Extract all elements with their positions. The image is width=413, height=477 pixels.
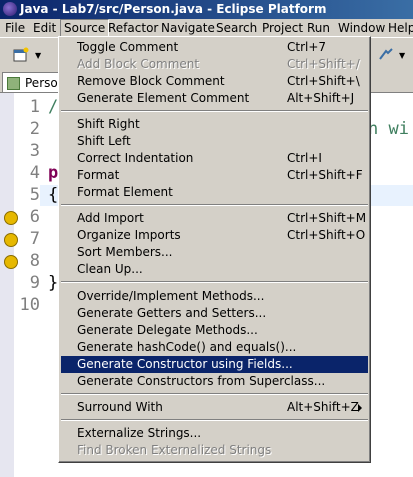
menu-separator bbox=[61, 204, 368, 206]
menu-separator bbox=[61, 281, 368, 283]
warning-marker-icon[interactable] bbox=[4, 211, 18, 225]
line-number: 4 bbox=[29, 163, 40, 183]
line-number: 3 bbox=[29, 141, 40, 161]
menu-item-correct-indentation[interactable]: Correct Indentation Ctrl+I bbox=[61, 150, 368, 167]
warning-marker-icon[interactable] bbox=[4, 233, 18, 247]
menu-file[interactable]: File bbox=[2, 20, 28, 36]
new-wizard-icon[interactable] bbox=[13, 47, 29, 63]
line-number: 9 bbox=[29, 273, 40, 293]
line-number: 7 bbox=[29, 229, 40, 249]
menu-item-generate-element-comment[interactable]: Generate Element Comment Alt+Shift+J bbox=[61, 90, 368, 107]
menu-item-generate-constructors-superclass[interactable]: Generate Constructors from Superclass... bbox=[61, 373, 368, 390]
menu-item-surround-with[interactable]: Surround With Alt+Shift+Z bbox=[61, 399, 368, 416]
code-line-4: p bbox=[48, 163, 59, 183]
menu-item-generate-constructor-fields[interactable]: Generate Constructor using Fields... bbox=[61, 356, 368, 373]
menu-source[interactable]: Source bbox=[60, 19, 110, 37]
menu-item-shift-left[interactable]: Shift Left bbox=[61, 133, 368, 150]
menu-item-remove-block-comment[interactable]: Remove Block Comment Ctrl+Shift+\ bbox=[61, 73, 368, 90]
menu-separator bbox=[61, 393, 368, 395]
source-menu: Toggle Comment Ctrl+7 Add Block Comment … bbox=[58, 36, 371, 463]
menu-item-format-element[interactable]: Format Element bbox=[61, 184, 368, 201]
line-number: 8 bbox=[29, 251, 40, 271]
menu-item-override-implement-methods[interactable]: Override/Implement Methods... bbox=[61, 288, 368, 305]
menu-refactor[interactable]: Refactor bbox=[105, 20, 161, 36]
menu-item-add-import[interactable]: Add Import Ctrl+Shift+M bbox=[61, 210, 368, 227]
menu-item-generate-getters-setters[interactable]: Generate Getters and Setters... bbox=[61, 305, 368, 322]
menu-item-toggle-comment[interactable]: Toggle Comment Ctrl+7 bbox=[61, 39, 368, 56]
line-number: 1 bbox=[29, 97, 40, 117]
menu-navigate[interactable]: Navigate bbox=[158, 20, 218, 36]
menu-item-generate-delegate-methods[interactable]: Generate Delegate Methods... bbox=[61, 322, 368, 339]
menu-help[interactable]: Help bbox=[385, 20, 413, 36]
line-number: 2 bbox=[29, 119, 40, 139]
menu-edit[interactable]: Edit bbox=[30, 20, 59, 36]
menu-window[interactable]: Window bbox=[335, 20, 388, 36]
menu-item-sort-members[interactable]: Sort Members... bbox=[61, 244, 368, 261]
window-title: Java - Lab7/src/Person.java - Eclipse Pl… bbox=[20, 2, 327, 16]
annotation-ruler bbox=[0, 93, 14, 477]
submenu-arrow-icon bbox=[358, 404, 362, 412]
menu-item-externalize-strings[interactable]: Externalize Strings... bbox=[61, 425, 368, 442]
menu-item-find-broken-externalized-strings[interactable]: Find Broken Externalized Strings bbox=[61, 442, 368, 459]
menu-run[interactable]: Run bbox=[304, 20, 333, 36]
warning-marker-icon[interactable] bbox=[4, 255, 18, 269]
menu-search[interactable]: Search bbox=[213, 20, 260, 36]
line-number: 10 bbox=[19, 295, 40, 315]
menu-separator bbox=[61, 419, 368, 421]
code-line-1: / bbox=[48, 97, 59, 117]
menu-item-generate-hashcode-equals[interactable]: Generate hashCode() and equals()... bbox=[61, 339, 368, 356]
menu-project[interactable]: Project bbox=[259, 20, 306, 36]
next-annotation-icon[interactable] bbox=[378, 47, 394, 63]
line-number: 5 bbox=[29, 185, 40, 205]
menu-item-clean-up[interactable]: Clean Up... bbox=[61, 261, 368, 278]
menu-separator bbox=[61, 110, 368, 112]
title-bar: Java - Lab7/src/Person.java - Eclipse Pl… bbox=[0, 0, 413, 19]
java-file-icon bbox=[7, 77, 20, 90]
code-line-9: } bbox=[48, 273, 59, 293]
eclipse-icon bbox=[3, 2, 17, 16]
new-dropdown-icon[interactable]: ▼ bbox=[35, 51, 41, 60]
menu-item-add-block-comment[interactable]: Add Block Comment Ctrl+Shift+/ bbox=[61, 56, 368, 73]
code-line-5: { bbox=[48, 185, 59, 205]
menu-bar: File Edit Source Refactor Navigate Searc… bbox=[0, 19, 413, 37]
menu-item-format[interactable]: Format Ctrl+Shift+F bbox=[61, 167, 368, 184]
menu-item-shift-right[interactable]: Shift Right bbox=[61, 116, 368, 133]
menu-item-organize-imports[interactable]: Organize Imports Ctrl+Shift+O bbox=[61, 227, 368, 244]
annotation-dropdown-icon[interactable]: ▼ bbox=[399, 51, 405, 60]
line-number: 6 bbox=[29, 207, 40, 227]
code-line-2: n wi bbox=[368, 119, 409, 139]
